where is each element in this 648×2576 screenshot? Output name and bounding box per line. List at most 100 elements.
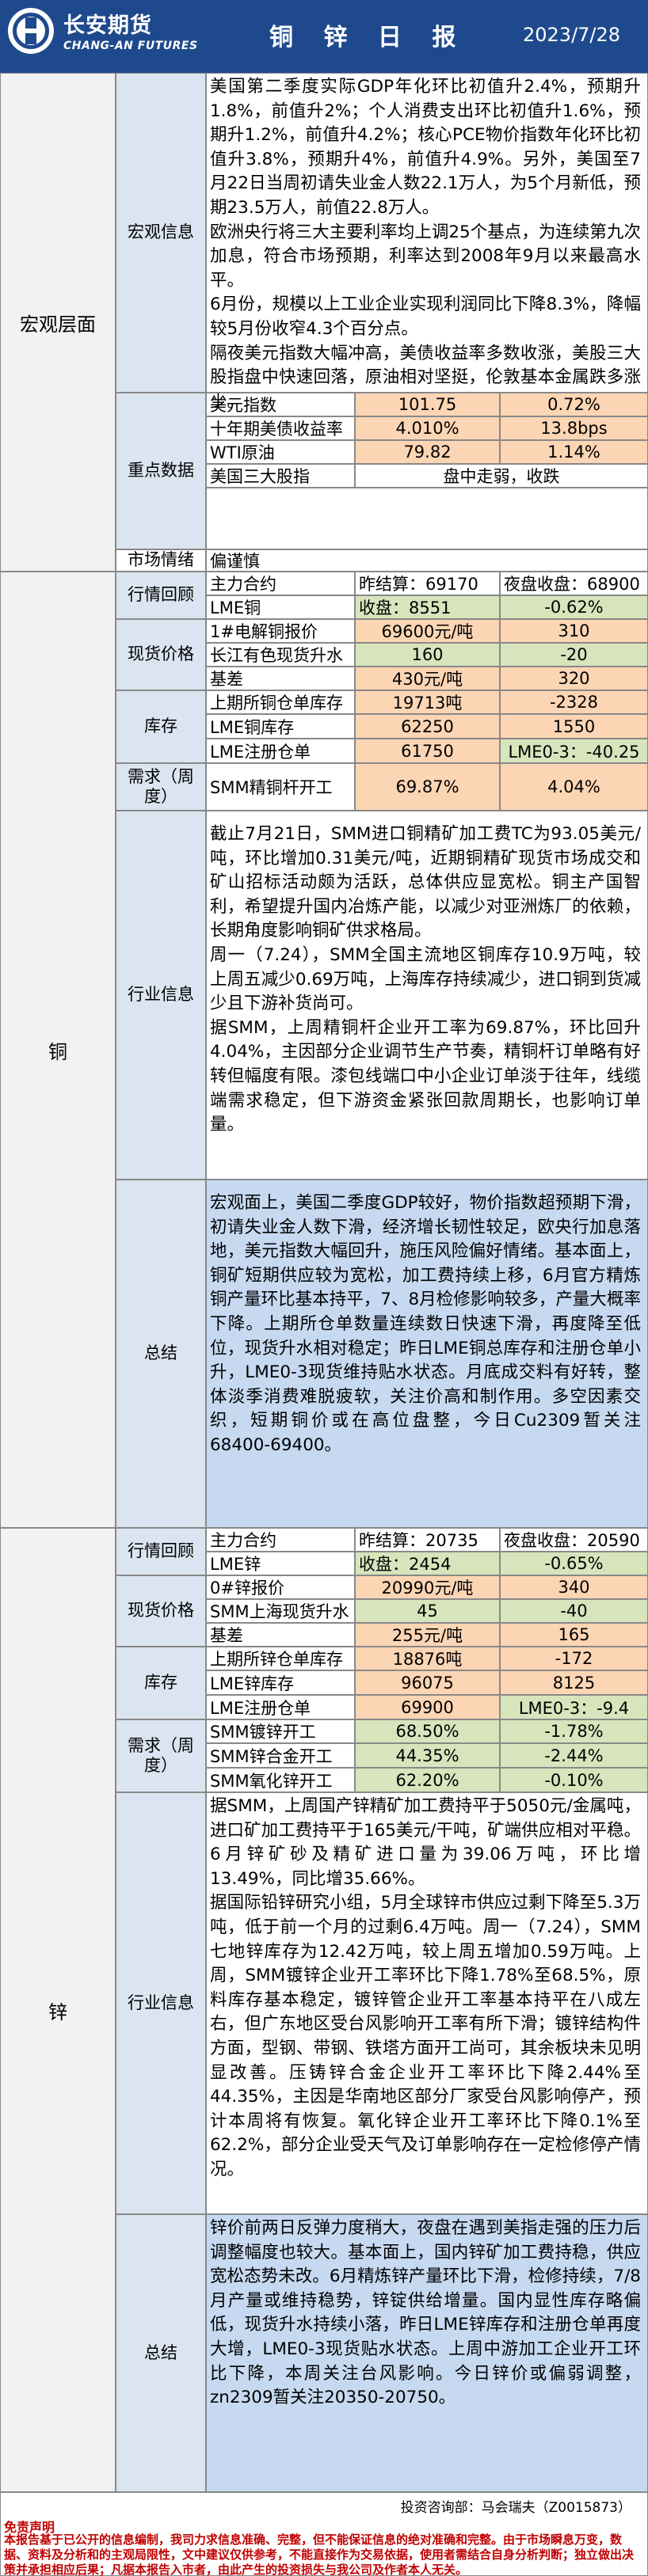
macro-info-paragraph: 欧洲央行将三大主要利率均上调25个基点，为连续第九次加息，符合市场预期，利率达到… xyxy=(210,222,641,291)
disclaimer-text: 本报告基于已公开的信息编制，我司力求信息准确、完整，但不能保证信息的绝对准确和完… xyxy=(4,2532,635,2576)
spot-value: 45 xyxy=(355,1599,500,1623)
inventory-value: 96075 xyxy=(355,1670,500,1695)
key-change: 0.72% xyxy=(500,393,648,416)
key-value: 4.010% xyxy=(355,416,500,440)
report-date: 2023/7/28 xyxy=(523,24,621,46)
inventory-change: LME0-3：-9.4 xyxy=(500,1695,648,1719)
zinc-demand-label: 需求（周度） xyxy=(116,1719,206,1792)
copper-lme-name: LME铜 xyxy=(206,595,355,619)
spot-change: 310 xyxy=(500,619,648,643)
spot-change: 320 xyxy=(500,667,648,690)
copper-industry-text: 截止7月21日，SMM进口铜精矿加工费TC为93.05美元/吨，环比增加0.31… xyxy=(206,811,648,1180)
spot-change: 165 xyxy=(500,1623,648,1647)
key-change: 13.8bps xyxy=(500,416,648,440)
copper-summary-paragraph: 宏观面上，美国二季度GDP较好，物价指数超预期下滑，初请失业金人数下滑，经济增长… xyxy=(210,1193,641,1455)
spot-value: 255元/吨 xyxy=(355,1623,500,1647)
inventory-name: LME锌库存 xyxy=(206,1670,355,1695)
inventory-name: LME注册仓单 xyxy=(206,739,355,763)
spot-value: 69600元/吨 xyxy=(355,619,500,643)
macro-key-label: 重点数据 xyxy=(116,393,206,549)
demand-change: 4.04% xyxy=(500,763,648,811)
copper-industry-paragraph: 周一（7.24），SMM全国主流地区铜库存10.9万吨，较上周五减少0.69万吨… xyxy=(210,944,641,1014)
copper-summary-text: 宏观面上，美国二季度GDP较好，物价指数超预期下滑，初请失业金人数下滑，经济增长… xyxy=(206,1180,648,1528)
spot-name: 基差 xyxy=(206,667,355,690)
inventory-name: LME注册仓单 xyxy=(206,1695,355,1719)
inventory-change: LME0-3：-40.25 xyxy=(500,739,648,763)
zinc-inventory-label: 库存 xyxy=(116,1647,206,1719)
copper-settle: 昨结算：69170 xyxy=(355,572,500,595)
company-name: 长安期货 xyxy=(63,13,152,38)
inventory-value: 18876吨 xyxy=(355,1647,500,1670)
inventory-name: LME铜库存 xyxy=(206,714,355,739)
inventory-change: 1550 xyxy=(500,714,648,739)
key-value: 79.82 xyxy=(355,440,500,464)
demand-value: 62.20% xyxy=(355,1768,500,1792)
copper-demand-label: 需求（周度） xyxy=(116,763,206,811)
report-header: 长安期货 CHANG-AN FUTURES 铜 锌 日 报 2023/7/28 xyxy=(0,0,648,73)
spot-value: 20990元/吨 xyxy=(355,1575,500,1599)
inventory-value: 61750 xyxy=(355,739,500,763)
zinc-summary-paragraph: 锌价前两日反弹力度稍大，夜盘在遇到美指走强的压力后调整幅度也较大。基本面上，国内… xyxy=(210,2218,641,2408)
inventory-change: -2328 xyxy=(500,690,648,714)
inventory-value: 62250 xyxy=(355,714,500,739)
inventory-name: 上期所锌仓单库存 xyxy=(206,1647,355,1670)
report-page: 长安期货 CHANG-AN FUTURES 铜 锌 日 报 2023/7/28 … xyxy=(0,0,648,2576)
demand-change: -0.10% xyxy=(500,1768,648,1792)
demand-value: 69.87% xyxy=(355,763,500,811)
demand-name: SMM镀锌开工 xyxy=(206,1719,355,1743)
zinc-lme-name: LME锌 xyxy=(206,1552,355,1575)
spot-change: 340 xyxy=(500,1575,648,1599)
copper-spot-label: 现货价格 xyxy=(116,619,206,690)
key-name: WTI原油 xyxy=(206,440,355,464)
key-blank xyxy=(206,488,648,549)
demand-name: SMM锌合金开工 xyxy=(206,1743,355,1768)
zinc-category: 锌 xyxy=(0,1528,116,2492)
spot-change: -40 xyxy=(500,1599,648,1623)
copper-lme-change: -0.62% xyxy=(500,595,648,619)
copper-main-contract: 主力合约 xyxy=(206,572,355,595)
zinc-industry-paragraph: 据SMM，上周国产锌精矿加工费持平于5050元/金属吨，进口矿加工费持平于165… xyxy=(210,1796,641,1889)
copper-night-close: 夜盘收盘：68900 xyxy=(500,572,648,595)
copper-section: 铜 行情回顾 主力合约 昨结算：69170 夜盘收盘：68900 LME铜 收盘… xyxy=(0,572,648,1528)
macro-info-paragraph: 美国第二季度实际GDP年化环比初值升2.4%，预期升1.8%，前值升2%；个人消… xyxy=(210,77,641,218)
zinc-industry-text: 据SMM，上周国产锌精矿加工费持平于5050元/金属吨，进口矿加工费持平于165… xyxy=(206,1792,648,2214)
inventory-change: 8125 xyxy=(500,1670,648,1695)
zinc-industry-label: 行业信息 xyxy=(116,1792,206,2214)
spot-name: 1#电解铜报价 xyxy=(206,619,355,643)
copper-market-label: 行情回顾 xyxy=(116,572,206,619)
key-name: 美国三大股指 xyxy=(206,464,355,488)
sentiment-label: 市场情绪 xyxy=(116,549,206,572)
copper-industry-label: 行业信息 xyxy=(116,811,206,1180)
copper-industry-paragraph: 截止7月21日，SMM进口铜精矿加工费TC为93.05美元/吨，环比增加0.31… xyxy=(210,824,641,941)
zinc-settle: 昨结算：20735 xyxy=(355,1528,500,1552)
key-value: 盘中走弱，收跌 xyxy=(355,464,648,488)
company-logo xyxy=(8,8,54,54)
key-name: 美元指数 xyxy=(206,393,355,416)
copper-lme-close: 收盘：8551 xyxy=(355,595,500,619)
report-footer: 投资咨询部：马会瑞夫（Z0015873） 免责声明 本报告基于已公开的信息编制，… xyxy=(0,2492,648,2576)
demand-name: SMM精铜杆开工 xyxy=(206,763,355,811)
key-value: 101.75 xyxy=(355,393,500,416)
inventory-value: 69900 xyxy=(355,1695,500,1719)
zinc-section: 锌 行情回顾 主力合约 昨结算：20735 夜盘收盘：20590 LME锌 收盘… xyxy=(0,1528,648,2492)
copper-inventory-label: 库存 xyxy=(116,690,206,763)
macro-info-label: 宏观信息 xyxy=(116,73,206,393)
zinc-lme-close: 收盘：2454 xyxy=(355,1552,500,1575)
inventory-change: -172 xyxy=(500,1647,648,1670)
spot-value: 430元/吨 xyxy=(355,667,500,690)
key-name: 十年期美债收益率 xyxy=(206,416,355,440)
spot-name: SMM上海现货升水 xyxy=(206,1599,355,1623)
zinc-lme-change: -0.65% xyxy=(500,1552,648,1575)
zinc-industry-paragraph: 据国际铅锌研究小组，5月全球锌市供应过剩下降至5.3万吨，低于前一个月的过剩6.… xyxy=(210,1893,641,2179)
zinc-market-label: 行情回顾 xyxy=(116,1528,206,1575)
zinc-summary-label: 总结 xyxy=(116,2214,206,2492)
macro-section: 宏观层面 宏观信息 美国第二季度实际GDP年化环比初值升2.4%，预期升1.8%… xyxy=(0,73,648,572)
zinc-spot-label: 现货价格 xyxy=(116,1575,206,1647)
inventory-name: 上期所铜仓单库存 xyxy=(206,690,355,714)
spot-name: 长江有色现货升水 xyxy=(206,643,355,667)
macro-category: 宏观层面 xyxy=(0,73,116,572)
key-change: 1.14% xyxy=(500,440,648,464)
demand-value: 44.35% xyxy=(355,1743,500,1768)
zinc-main-contract: 主力合约 xyxy=(206,1528,355,1552)
copper-summary-label: 总结 xyxy=(116,1180,206,1528)
